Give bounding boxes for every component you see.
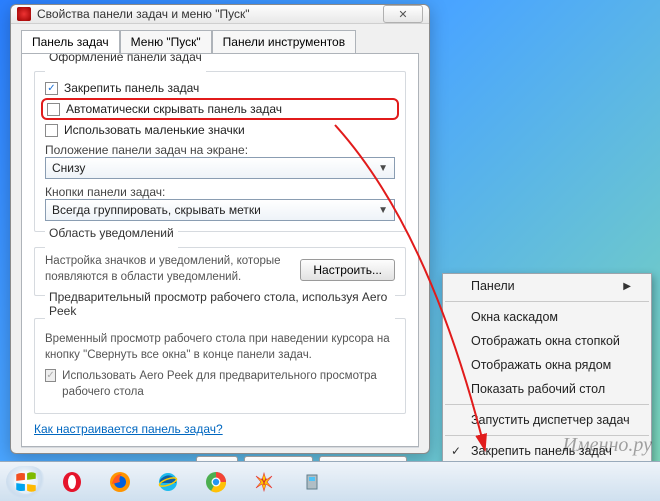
position-label: Положение панели задач на экране: bbox=[45, 143, 395, 157]
group-design-legend: Оформление панели задач bbox=[45, 53, 206, 64]
dialog-title: Свойства панели задач и меню "Пуск" bbox=[37, 7, 250, 21]
ctx-panels[interactable]: Панели▶ bbox=[443, 274, 651, 298]
checkbox-smallicons-label: Использовать маленькие значки bbox=[64, 123, 245, 137]
checkbox-autohide-label: Автоматически скрывать панель задач bbox=[66, 102, 282, 116]
submenu-arrow-icon: ▶ bbox=[623, 281, 631, 292]
dialog-titlebar[interactable]: Свойства панели задач и меню "Пуск" ✕ bbox=[11, 5, 429, 24]
taskbar-firefox[interactable] bbox=[98, 466, 142, 498]
watermark-text: Именно.ру bbox=[562, 434, 652, 457]
group-aero-peek: Предварительный просмотр рабочего стола,… bbox=[34, 304, 406, 414]
tab-toolbars[interactable]: Панели инструментов bbox=[212, 30, 356, 54]
taskbar-yandex[interactable]: Y bbox=[242, 466, 286, 498]
checkbox-autohide-taskbar[interactable] bbox=[47, 103, 60, 116]
peek-desc: Временный просмотр рабочего стола при на… bbox=[45, 332, 395, 363]
system-icon bbox=[17, 7, 31, 21]
tab-taskbar[interactable]: Панель задач bbox=[21, 30, 120, 54]
select-buttons-value: Всегда группировать, скрывать метки bbox=[52, 203, 261, 217]
chevron-down-icon: ▼ bbox=[378, 205, 388, 216]
select-taskbar-position[interactable]: Снизу ▼ bbox=[45, 157, 395, 179]
folder-icon bbox=[300, 470, 324, 494]
ctx-sidebyside[interactable]: Отображать окна рядом bbox=[443, 353, 651, 377]
ie-icon bbox=[156, 470, 180, 494]
taskbar-opera[interactable] bbox=[50, 466, 94, 498]
chevron-down-icon: ▼ bbox=[378, 163, 388, 174]
windows-logo-icon bbox=[13, 469, 39, 495]
taskbar-explorer[interactable] bbox=[290, 466, 334, 498]
menu-separator bbox=[445, 404, 649, 405]
close-button[interactable]: ✕ bbox=[383, 5, 423, 23]
svg-text:Y: Y bbox=[261, 477, 267, 487]
firefox-icon bbox=[108, 470, 132, 494]
taskbar-ie[interactable] bbox=[146, 466, 190, 498]
ctx-show-desktop[interactable]: Показать рабочий стол bbox=[443, 377, 651, 401]
taskbar-properties-dialog: Свойства панели задач и меню "Пуск" ✕ Па… bbox=[10, 4, 430, 454]
configure-notifications-button[interactable]: Настроить... bbox=[300, 259, 395, 281]
taskbar-chrome[interactable] bbox=[194, 466, 238, 498]
chrome-icon bbox=[204, 470, 228, 494]
group-notif-legend: Область уведомлений bbox=[45, 226, 178, 240]
checkbox-aero-peek[interactable]: ✓ bbox=[45, 369, 56, 382]
tab-panel-taskbar: Оформление панели задач ✓ Закрепить пане… bbox=[21, 53, 419, 447]
checkbox-lock-taskbar[interactable]: ✓ bbox=[45, 82, 58, 95]
ctx-cascade[interactable]: Окна каскадом bbox=[443, 305, 651, 329]
tab-strip: Панель задач Меню "Пуск" Панели инструме… bbox=[21, 30, 419, 54]
opera-icon bbox=[60, 470, 84, 494]
start-button[interactable] bbox=[6, 466, 46, 498]
ctx-task-manager[interactable]: Запустить диспетчер задач bbox=[443, 408, 651, 432]
help-link[interactable]: Как настраивается панель задач? bbox=[34, 422, 223, 436]
tab-startmenu[interactable]: Меню "Пуск" bbox=[120, 30, 212, 54]
menu-separator bbox=[445, 301, 649, 302]
select-taskbar-buttons[interactable]: Всегда группировать, скрывать метки ▼ bbox=[45, 199, 395, 221]
group-peek-legend: Предварительный просмотр рабочего стола,… bbox=[45, 290, 395, 318]
group-notifications: Область уведомлений Настройка значков и … bbox=[34, 240, 406, 296]
taskbar[interactable]: Y bbox=[0, 461, 660, 501]
highlight-autohide: Автоматически скрывать панель задач bbox=[41, 98, 399, 120]
ctx-stack[interactable]: Отображать окна стопкой bbox=[443, 329, 651, 353]
checkbox-small-icons[interactable] bbox=[45, 124, 58, 137]
group-design: Оформление панели задач ✓ Закрепить пане… bbox=[34, 64, 406, 232]
checkbox-lock-label: Закрепить панель задач bbox=[64, 81, 199, 95]
select-position-value: Снизу bbox=[52, 161, 85, 175]
checkbox-peek-label: Использовать Aero Peek для предварительн… bbox=[62, 369, 395, 400]
notif-desc: Настройка значков и уведомлений, которые… bbox=[45, 254, 290, 285]
buttons-label: Кнопки панели задач: bbox=[45, 185, 395, 199]
yandex-icon: Y bbox=[252, 470, 276, 494]
